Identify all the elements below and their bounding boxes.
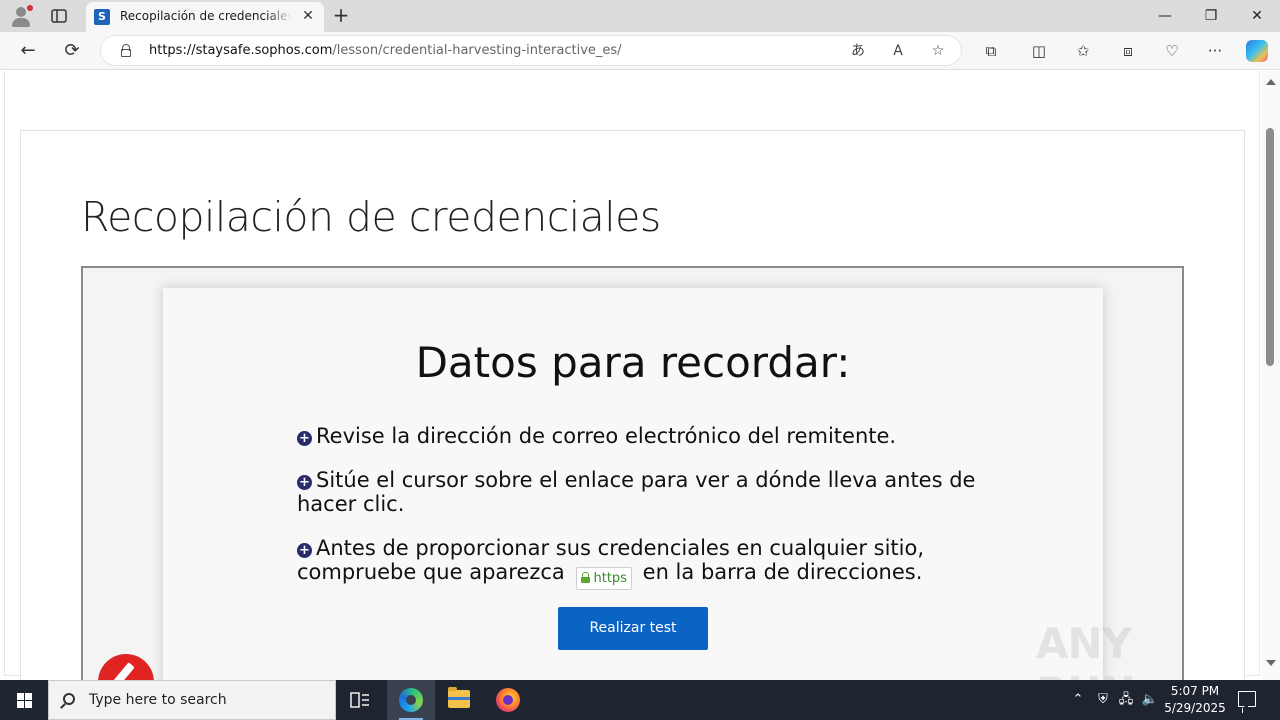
restore-icon[interactable]: ❐ — [1188, 0, 1234, 32]
scroll-up-icon[interactable] — [1266, 79, 1276, 85]
tab-actions-icon[interactable] — [50, 7, 68, 25]
page-scrollbar[interactable] — [1262, 71, 1280, 680]
task-view-icon[interactable] — [336, 680, 384, 720]
volume-icon[interactable]: 🔈 — [1140, 690, 1160, 710]
anyrun-watermark: ANY RUN — [1036, 619, 1136, 680]
windows-taskbar: Type here to search ⌃ ⛨ 🖧 🔈 5:07 PM 5/29… — [0, 680, 1280, 720]
edge-taskbar-icon[interactable] — [387, 680, 435, 720]
https-badge: https — [575, 567, 632, 590]
tip-item: + Revise la dirección de correo electróni… — [297, 424, 977, 448]
tab-title: Recopilación de credenciales – Sophos — [120, 9, 292, 23]
security-icon[interactable]: ⛨ — [1093, 690, 1113, 710]
collections-icon[interactable]: ⧈ — [1118, 41, 1138, 61]
tips-panel: Datos para recordar: + Revise la direcció… — [163, 288, 1103, 680]
tab-strip: S Recopilación de credenciales – Sophos … — [0, 0, 1280, 32]
star-icon[interactable]: ☆ — [929, 42, 947, 60]
address-toolbar: ← ⟳ https://staysafe.sophos.com/lesson/c… — [0, 32, 1280, 70]
minimize-icon[interactable]: — — [1142, 0, 1188, 32]
profile-icon[interactable] — [10, 5, 33, 27]
tip-item: + Antes de proporcionar sus credenciales … — [297, 536, 977, 590]
windows-start-icon[interactable] — [0, 680, 48, 720]
copilot-icon[interactable] — [1246, 40, 1268, 62]
network-icon[interactable]: 🖧 — [1116, 690, 1136, 710]
scroll-thumb[interactable] — [1266, 128, 1274, 366]
system-clock[interactable]: 5:07 PM 5/29/2025 — [1158, 683, 1232, 717]
lock-icon[interactable] — [121, 44, 131, 57]
url-text[interactable]: https://staysafe.sophos.com/lesson/crede… — [149, 43, 622, 58]
sophos-favicon-icon: S — [94, 9, 110, 25]
padlock-icon — [580, 572, 590, 583]
search-icon — [63, 693, 75, 705]
tab-close-icon[interactable]: ✕ — [300, 8, 316, 24]
favorites-icon[interactable]: ✩ — [1073, 41, 1093, 61]
take-quiz-button[interactable]: Realizar test — [558, 607, 708, 650]
lesson-title: Recopilación de credenciales — [81, 193, 661, 241]
new-tab-icon[interactable]: + — [330, 4, 352, 26]
back-arrow-icon[interactable]: ← — [16, 40, 40, 62]
notification-icon[interactable] — [1238, 691, 1256, 707]
split-screen-icon[interactable]: ◫ — [1029, 41, 1049, 61]
close-window-icon[interactable]: ✕ — [1234, 0, 1280, 32]
plus-circle-icon: + — [297, 431, 312, 446]
taskbar-search-input[interactable]: Type here to search — [48, 680, 336, 720]
translate-icon[interactable]: あ — [849, 42, 867, 60]
refresh-icon[interactable]: ⟳ — [60, 40, 84, 62]
tips-heading: Datos para recordar: — [415, 338, 851, 387]
more-icon[interactable]: ··· — [1205, 41, 1225, 61]
page-viewport: Recopilación de credenciales Datos para … — [0, 71, 1280, 680]
chevron-up-icon[interactable]: ⌃ — [1068, 690, 1088, 710]
tip-item: + Sitúe el cursor sobre el enlace para ve… — [297, 468, 976, 516]
firefox-icon[interactable] — [484, 680, 532, 720]
heart-pulse-icon[interactable]: ♡ — [1162, 41, 1182, 61]
browser-tab-active[interactable]: S Recopilación de credenciales – Sophos … — [86, 2, 324, 32]
plus-circle-icon: + — [297, 543, 312, 558]
plus-circle-icon: + — [297, 475, 312, 490]
read-aloud-icon[interactable]: A — [889, 42, 907, 60]
address-bar[interactable]: https://staysafe.sophos.com/lesson/crede… — [100, 35, 962, 66]
file-explorer-icon[interactable] — [435, 680, 483, 720]
puzzle-icon[interactable]: ⧉ — [981, 41, 1001, 61]
scroll-down-icon[interactable] — [1266, 660, 1276, 666]
